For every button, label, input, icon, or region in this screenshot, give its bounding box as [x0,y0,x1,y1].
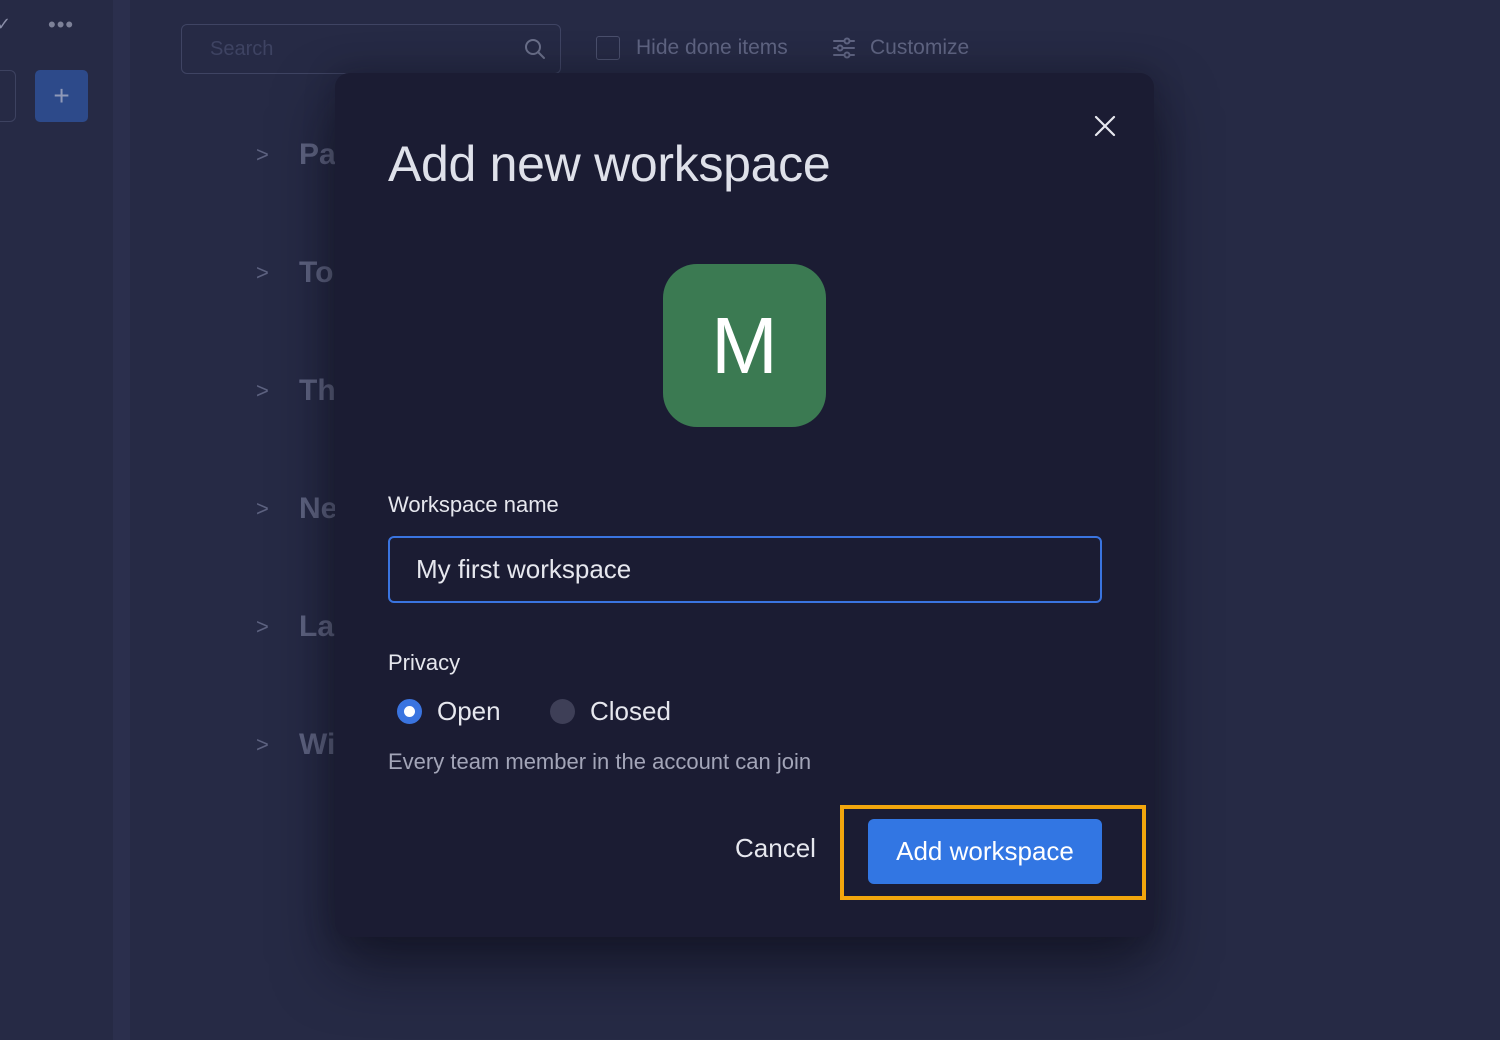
plus-icon: + [53,80,70,111]
privacy-label: Privacy [388,650,461,675]
workspace-avatar[interactable]: M [663,264,826,427]
radio-selected-icon[interactable] [397,699,422,724]
search-input[interactable] [208,37,512,62]
radio-unselected-icon[interactable] [550,699,575,724]
add-workspace-button[interactable]: Add workspace [868,819,1102,884]
close-icon[interactable] [1090,111,1120,141]
group-row[interactable]: > Pa [256,138,336,172]
customize-button[interactable]: Customize [832,36,969,60]
cancel-button[interactable]: Cancel [735,833,816,864]
hide-done-toggle[interactable]: Hide done items [596,36,788,60]
privacy-hint: Every team member in the account can joi… [388,749,812,774]
chevron-right-icon[interactable]: > [256,614,286,640]
workspace-name-label: Workspace name [388,492,559,517]
check-icon: ✓ [0,14,12,34]
group-row[interactable]: > La [256,610,334,644]
group-row[interactable]: > Ne [256,492,337,526]
group-name: Ne [299,492,338,525]
dialog-title: Add new workspace [388,136,831,192]
group-row[interactable]: > To [256,256,333,290]
privacy-option-closed[interactable]: Closed [550,696,671,727]
search-field[interactable] [181,24,561,74]
more-options-icon[interactable]: ••• [48,12,74,38]
chevron-right-icon[interactable]: > [256,496,286,522]
customize-label: Customize [870,36,970,59]
hide-done-label: Hide done items [636,36,788,59]
group-name: Pa [299,138,336,171]
group-row[interactable]: > Wi [256,728,335,762]
rail-field[interactable] [0,70,16,122]
radio-label: Open [437,696,501,726]
group-name: Th [299,374,336,407]
privacy-option-open[interactable]: Open [397,696,501,727]
radio-label: Closed [590,696,671,726]
group-name: Wi [299,728,336,761]
group-row[interactable]: > Th [256,374,336,408]
chevron-right-icon[interactable]: > [256,732,286,758]
hide-done-checkbox[interactable] [596,36,620,60]
left-rail: ✓ ••• + [0,0,113,1040]
group-name: La [299,610,335,643]
sidebar-resize-handle[interactable] [113,0,130,1040]
avatar-letter: M [711,300,778,390]
sliders-icon [833,37,855,59]
add-workspace-dialog: Add new workspace M Workspace name Priva… [335,73,1154,937]
add-item-button[interactable]: + [35,70,88,122]
chevron-right-icon[interactable]: > [256,378,286,404]
search-icon[interactable] [524,38,546,60]
group-name: To [299,256,334,289]
chevron-right-icon[interactable]: > [256,142,286,168]
chevron-right-icon[interactable]: > [256,260,286,286]
workspace-name-input[interactable] [388,536,1102,603]
